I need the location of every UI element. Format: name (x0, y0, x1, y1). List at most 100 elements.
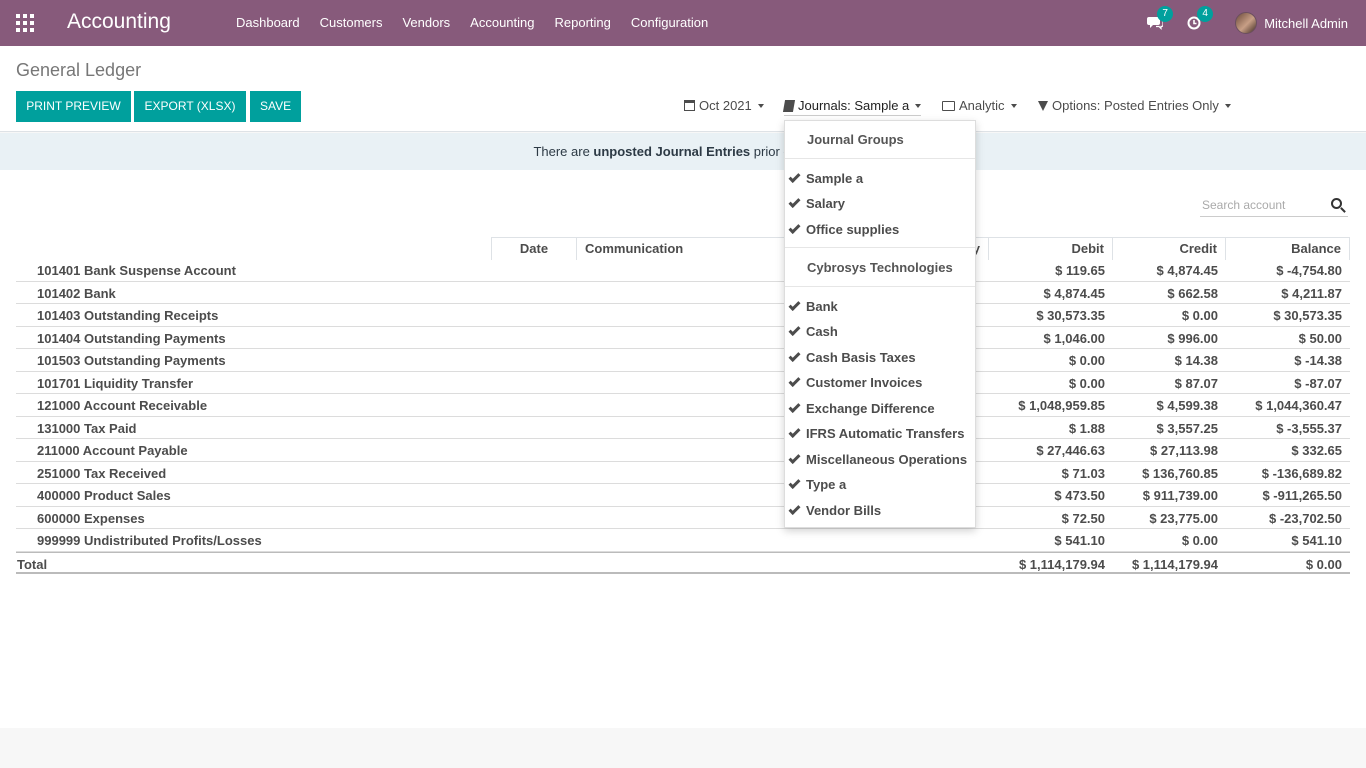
menu-customers[interactable]: Customers (310, 0, 393, 46)
search-icon[interactable] (1331, 198, 1342, 209)
menu-accounting[interactable]: Accounting (460, 0, 544, 46)
credit-value: $ 136,760.85 (1142, 465, 1218, 481)
account-name: 101404 Outstanding Payments (37, 330, 226, 346)
journals-dropdown-menu: Journal Groups Sample a Salary Office su… (784, 120, 976, 528)
control-panel: General Ledger PRINT PREVIEW EXPORT (XLS… (0, 46, 1366, 132)
credit-value: $ 996.00 (1167, 330, 1218, 346)
caret-down-icon (1224, 103, 1231, 108)
check-icon (788, 451, 801, 464)
period-filter[interactable]: Oct 2021 (684, 98, 764, 113)
messages-button[interactable]: 7 (1147, 6, 1174, 30)
account-name: 251000 Tax Received (37, 465, 167, 481)
credit-value: $ 911,739.00 (1142, 488, 1218, 503)
journal-label: Vendor Bills (806, 503, 882, 518)
check-icon (788, 170, 801, 183)
table-row[interactable]: 101403 Outstanding Receipts $ 30,573.35 $ … (16, 304, 1350, 327)
table-row[interactable]: 101401 Bank Suspense Account $ 119.65 $ 4,… (16, 259, 1350, 282)
table-row[interactable]: 211000 Account Payable $ 27,446.63 $ 27,11… (16, 439, 1350, 462)
options-filter[interactable]: Options: Posted Entries Only (1038, 98, 1231, 113)
journal-label: Type a (806, 477, 847, 492)
table-row[interactable]: 999999 Undistributed Profits/Losses $ 541… (16, 529, 1350, 552)
main-menu: Dashboard Customers Vendors Accounting R… (226, 0, 718, 46)
column-header-date: Date (491, 237, 577, 260)
check-icon (788, 195, 801, 208)
journal-item[interactable]: Customer Invoices (788, 374, 923, 390)
table-row[interactable]: 101701 Liquidity Transfer $ 0.00 $ 87.07 $ … (16, 372, 1350, 394)
options-filter-label: Options: Posted Entries Only (1052, 98, 1219, 113)
debit-value: $ 71.03 (1061, 465, 1105, 481)
account-name: 121000 Account Receivable (37, 398, 208, 413)
menu-configuration[interactable]: Configuration (621, 0, 718, 46)
journal-groups-header: Journal Groups (807, 132, 904, 147)
folder-icon (942, 100, 955, 111)
journal-group-item[interactable]: Office supplies (788, 221, 899, 237)
print-preview-button[interactable]: PRINT PREVIEW (16, 91, 131, 122)
journal-label: Customer Invoices (806, 375, 923, 390)
debit-value: $ 0.00 (1068, 353, 1105, 368)
page-footer-area (0, 728, 1366, 768)
dropdown-divider (785, 158, 975, 159)
account-name: 211000 Account Payable (37, 443, 188, 458)
journal-label: Cash Basis Taxes (806, 350, 916, 365)
total-credit: $ 1,114,179.94 (1131, 556, 1218, 572)
journal-item[interactable]: Cash (788, 323, 838, 339)
account-name: 400000 Product Sales (37, 488, 171, 503)
debit-value: $ 1.88 (1068, 420, 1105, 436)
apps-menu-icon[interactable] (16, 14, 34, 32)
user-menu[interactable]: Mitchell Admin (1235, 12, 1366, 34)
balance-value: $ 332.65 (1291, 443, 1342, 458)
table-row[interactable]: 251000 Tax Received $ 71.03 $ 136,760.85 $ … (16, 462, 1350, 484)
journals-filter[interactable]: Journals: Sample a (782, 98, 922, 116)
messages-badge: 7 (1157, 6, 1174, 22)
save-button[interactable]: SAVE (250, 91, 301, 122)
table-row[interactable]: 101404 Outstanding Payments $ 1,046.00 $ 9… (16, 327, 1350, 349)
journal-item[interactable]: Miscellaneous Operations (788, 451, 967, 467)
journal-item[interactable]: Bank (788, 298, 838, 314)
journal-item[interactable]: Cash Basis Taxes (788, 349, 916, 365)
credit-value: $ 4,874.45 (1156, 263, 1218, 278)
check-icon (788, 502, 801, 515)
search-account (1200, 195, 1348, 217)
balance-value: $ -14.38 (1294, 353, 1342, 368)
journal-item[interactable]: Vendor Bills (788, 502, 882, 518)
alert-link[interactable]: unposted Journal Entries (593, 144, 750, 159)
check-icon (788, 323, 801, 336)
table-row[interactable]: 121000 Account Receivable $ 1,048,959.85 $… (16, 394, 1350, 417)
account-name: 101403 Outstanding Receipts (37, 308, 219, 323)
debit-value: $ 473.50 (1054, 488, 1105, 503)
balance-value: $ 50.00 (1298, 330, 1342, 346)
table-row[interactable]: 400000 Product Sales $ 473.50 $ 911,739.00… (16, 484, 1350, 507)
journal-item[interactable]: Type a (788, 476, 847, 492)
journal-label: Exchange Difference (806, 401, 935, 416)
activities-badge: 4 (1197, 6, 1214, 22)
menu-reporting[interactable]: Reporting (545, 0, 621, 46)
page-title: General Ledger (16, 60, 142, 80)
check-icon (788, 298, 801, 311)
journal-group-item[interactable]: Salary (788, 195, 846, 211)
table-row[interactable]: 101402 Bank $ 4,874.45 $ 662.58 $ 4,211.87 (16, 282, 1350, 304)
journal-group-label: Salary (806, 196, 846, 211)
search-account-input[interactable] (1200, 195, 1320, 215)
menu-dashboard[interactable]: Dashboard (226, 0, 310, 46)
debit-value: $ 119.65 (1055, 263, 1105, 278)
table-row[interactable]: 101503 Outstanding Payments $ 0.00 $ 14.38… (16, 349, 1350, 372)
analytic-filter[interactable]: Analytic (942, 98, 1017, 113)
journal-item[interactable]: IFRS Automatic Transfers (788, 425, 964, 441)
journal-group-label: Sample a (806, 171, 864, 186)
table-row[interactable]: 600000 Expenses $ 72.50 $ 23,775.00 $ -23,7… (16, 507, 1350, 529)
menu-vendors[interactable]: Vendors (392, 0, 460, 46)
table-row[interactable]: 131000 Tax Paid $ 1.88 $ 3,557.25 $ -3,555.… (16, 417, 1350, 439)
journal-item[interactable]: Exchange Difference (788, 400, 935, 416)
credit-value: $ 3,557.25 (1156, 420, 1218, 436)
period-filter-label: Oct 2021 (699, 98, 752, 113)
credit-value: $ 4,599.38 (1156, 398, 1218, 413)
company-header: Cybrosys Technologies (807, 260, 953, 275)
app-title[interactable]: Accounting (67, 10, 171, 34)
user-name: Mitchell Admin (1264, 15, 1348, 31)
export-xlsx-button[interactable]: EXPORT (XLSX) (134, 91, 246, 122)
activities-button[interactable]: 4 (1187, 6, 1214, 30)
journal-group-item[interactable]: Sample a (788, 170, 864, 186)
caret-down-icon (1010, 103, 1017, 108)
report-content: Date Communication y Debit Credit Balanc… (0, 170, 1366, 728)
total-debit: $ 1,114,179.94 (1018, 556, 1105, 572)
